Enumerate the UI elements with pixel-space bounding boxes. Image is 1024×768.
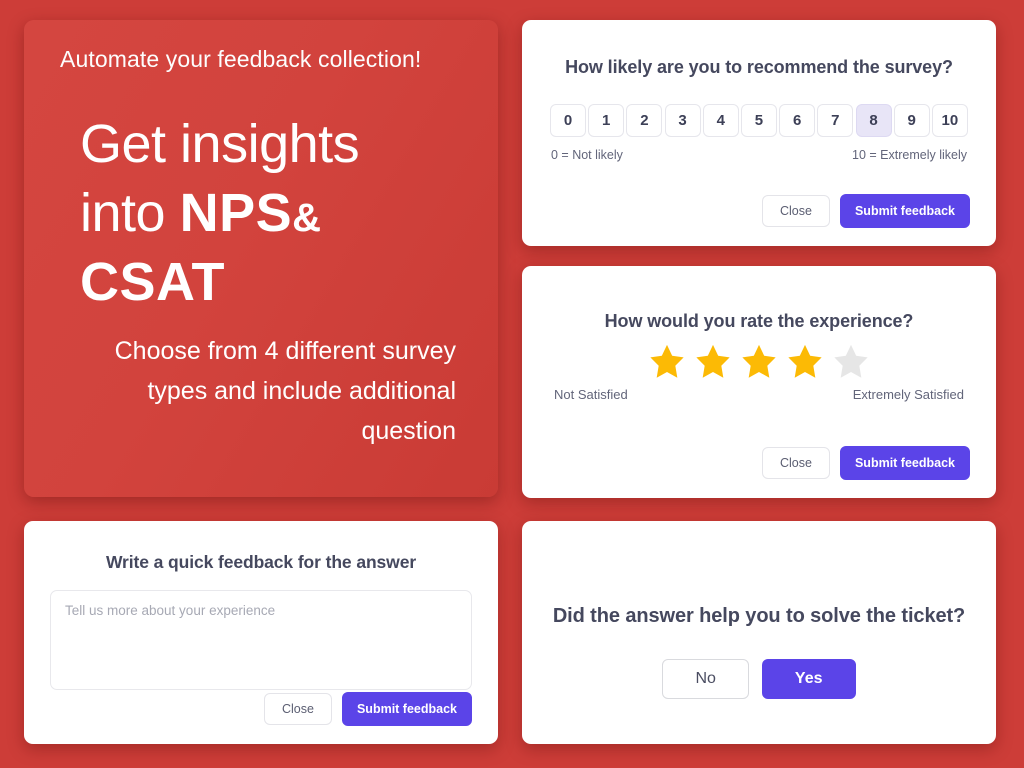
text-feedback-card: Write a quick feedback for the answer Cl…	[24, 521, 498, 744]
feedback-textarea[interactable]	[50, 589, 472, 690]
nps-actions: Close Submit feedback	[548, 193, 970, 228]
nps-option-6[interactable]: 6	[779, 104, 816, 138]
text-feedback-submit-button[interactable]: Submit feedback	[341, 691, 472, 726]
star-icon-2[interactable]	[692, 341, 734, 383]
promo-card: Automate your feedback collection! Get i…	[24, 20, 498, 497]
nps-option-2[interactable]: 2	[626, 104, 663, 138]
no-button[interactable]: No	[662, 659, 749, 699]
yesno-question: Did the answer help you to solve the tic…	[552, 605, 966, 627]
csat-right-label: Extremely Satisfied	[852, 387, 964, 403]
promo-headline-csat: CSAT	[80, 251, 225, 312]
nps-option-3[interactable]: 3	[664, 104, 701, 138]
star-icon-3[interactable]	[738, 341, 780, 383]
promo-kicker: Automate your feedback collection!	[60, 46, 422, 72]
csat-star-rating[interactable]	[548, 341, 970, 383]
nps-option-5[interactable]: 5	[740, 104, 777, 138]
text-feedback-close-button[interactable]: Close	[264, 692, 332, 725]
nps-scale-labels: 0 = Not likely 10 = Extremely likely	[548, 148, 970, 162]
promo-headline-ampersand: &	[292, 195, 321, 240]
nps-option-10[interactable]: 10	[931, 104, 968, 138]
yesno-actions: No Yes	[548, 659, 970, 699]
nps-close-button[interactable]: Close	[762, 194, 830, 227]
promo-headline: Get insights into NPS& CSAT	[80, 110, 474, 317]
promo-headline-nps: NPS	[179, 182, 293, 243]
csat-question: How would you rate the experience?	[604, 311, 914, 331]
nps-question: How likely are you to recommend the surv…	[565, 57, 953, 77]
promo-subtext: Choose from 4 different survey types and…	[114, 336, 456, 445]
nps-option-8[interactable]: 8	[855, 104, 892, 138]
nps-left-label: 0 = Not likely	[551, 148, 623, 163]
nps-option-4[interactable]: 4	[702, 104, 739, 138]
csat-survey-card: How would you rate the experience? Not S…	[522, 266, 996, 498]
nps-option-1[interactable]: 1	[588, 104, 625, 138]
csat-close-button[interactable]: Close	[762, 446, 830, 479]
csat-actions: Close Submit feedback	[548, 445, 970, 480]
nps-option-7[interactable]: 7	[817, 104, 854, 138]
csat-scale-labels: Not Satisfied Extremely Satisfied	[548, 387, 970, 402]
csat-left-label: Not Satisfied	[554, 387, 628, 403]
nps-right-label: 10 = Extremely likely	[852, 148, 967, 163]
promo-headline-line-1: Get insights	[80, 113, 360, 174]
nps-submit-button[interactable]: Submit feedback	[839, 193, 970, 228]
nps-option-9[interactable]: 9	[893, 104, 930, 138]
star-icon-5[interactable]	[830, 341, 872, 383]
promo-headline-into: into	[80, 182, 180, 243]
star-icon-1[interactable]	[646, 341, 688, 383]
nps-scale: 0 1 2 3 4 5 6 7 8 9 10	[548, 104, 970, 138]
star-icon-4[interactable]	[784, 341, 826, 383]
text-feedback-actions: Close Submit feedback	[50, 691, 472, 726]
nps-survey-card: How likely are you to recommend the surv…	[522, 20, 996, 246]
yesno-survey-card: Did the answer help you to solve the tic…	[522, 521, 996, 744]
promo-headline-line-3: CSAT	[80, 248, 474, 317]
text-feedback-question: Write a quick feedback for the answer	[105, 552, 417, 572]
promo-headline-line-2: into NPS&	[80, 179, 474, 248]
csat-submit-button[interactable]: Submit feedback	[839, 445, 970, 480]
nps-option-0[interactable]: 0	[550, 104, 586, 138]
yes-button[interactable]: Yes	[761, 659, 856, 699]
